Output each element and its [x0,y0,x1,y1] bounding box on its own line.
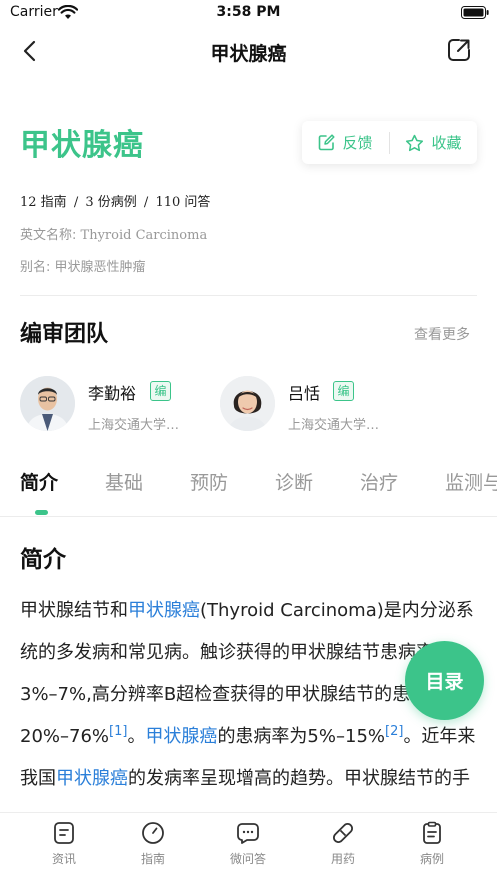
bottom-nav: 资讯 指南 微问答 用药 病例 [0,812,497,883]
nav-bar: 甲状腺癌 [0,30,497,72]
section-title: 简介 [20,547,66,573]
member-name: 李勤裕 [88,384,137,403]
medicine-icon [333,823,353,843]
alias-label: 别名: [20,260,51,275]
editor-badge: 编 [333,381,354,401]
member-org: 上海交通大学… [88,418,180,433]
article-text: 。 [127,726,146,747]
member-org: 上海交通大学… [288,418,380,433]
action-card: 反馈 收藏 [302,121,477,164]
tab-intro[interactable]: 简介 [20,468,58,495]
toc-button[interactable]: 目录 [405,641,484,720]
guide-icon [142,822,164,844]
bottom-nav-label: 微问答 [229,852,266,866]
bottom-nav-label: 指南 [140,852,165,866]
bottom-nav-medicine[interactable]: 用药 [308,821,378,867]
avatar [220,376,275,431]
avatar [20,376,75,431]
article-text: 的患病率为5%–15% [217,726,386,747]
tab-diagnosis[interactable]: 诊断 [275,468,313,495]
feedback-button[interactable]: 反馈 [302,121,389,164]
bottom-nav-label: 资讯 [51,852,76,866]
tab-basics[interactable]: 基础 [105,468,143,495]
edit-icon [319,134,336,151]
favorite-label: 收藏 [431,134,462,152]
qa-icon [237,823,259,844]
news-icon [54,822,74,844]
content-tabs: 简介 基础 预防 诊断 治疗 监测与 [0,462,497,516]
tab-monitoring[interactable]: 监测与 [445,468,497,495]
case-count[interactable]: 3 份病例 [85,195,136,210]
favorite-button[interactable]: 收藏 [390,121,477,164]
disease-link[interactable]: 甲状腺癌 [56,768,128,789]
editor-badge: 编 [150,381,171,401]
tab-treatment[interactable]: 治疗 [360,468,398,495]
team-member[interactable]: 李勤裕 编 上海交通大学… [20,376,205,433]
section-divider [20,295,477,296]
active-tab-indicator [35,510,48,515]
bottom-nav-guide[interactable]: 指南 [118,821,188,867]
status-bar: Carrier 3:58 PM [0,0,497,26]
count-separator: / [143,195,149,210]
tabs-divider [0,516,497,517]
share-icon[interactable] [446,37,472,63]
nav-title: 甲状腺癌 [210,43,287,65]
status-time: 3:58 PM [216,4,281,20]
english-name-value: Thyroid Carcinoma [80,228,208,243]
disease-link[interactable]: 甲状腺癌 [128,600,200,621]
count-separator: / [73,195,79,210]
bottom-nav-qa[interactable]: 微问答 [213,821,283,867]
reference-link[interactable]: [1] [109,724,127,739]
alias-value: 甲状腺恶性肿瘤 [54,260,146,275]
team-title: 编审团队 [20,322,109,347]
english-name-row: 英文名称: Thyroid Carcinoma [20,224,207,243]
bottom-nav-label: 病例 [419,852,444,866]
reference-link[interactable]: [2] [385,724,403,739]
qa-count[interactable]: 110 问答 [155,195,210,210]
feedback-label: 反馈 [342,134,373,152]
alias-row: 别名: 甲状腺恶性肿瘤 [20,256,146,275]
disease-title: 甲状腺癌 [20,128,144,163]
guide-count[interactable]: 12 指南 [20,195,67,210]
team-more-link[interactable]: 查看更多 [414,324,470,344]
bottom-nav-label: 用药 [330,852,355,866]
back-arrow-icon[interactable] [18,38,44,64]
disease-link[interactable]: 甲状腺癌 [145,726,217,747]
resource-counts: 12 指南 / 3 份病例 / 110 问答 [20,191,210,210]
english-name-label: 英文名称: [20,228,77,243]
team-member[interactable]: 吕恬 编 上海交通大学… [220,376,405,433]
tab-prevention[interactable]: 预防 [190,468,228,495]
battery-icon [461,6,489,19]
case-icon [423,821,441,844]
bottom-nav-news[interactable]: 资讯 [29,821,99,867]
article-text: 的发病率呈现增高的趋势。甲状腺结节的手 [128,768,470,789]
article-text: 甲状腺结节和 [20,600,128,621]
bottom-nav-case[interactable]: 病例 [397,821,467,867]
member-name: 吕恬 [288,384,321,403]
star-icon [406,134,424,151]
